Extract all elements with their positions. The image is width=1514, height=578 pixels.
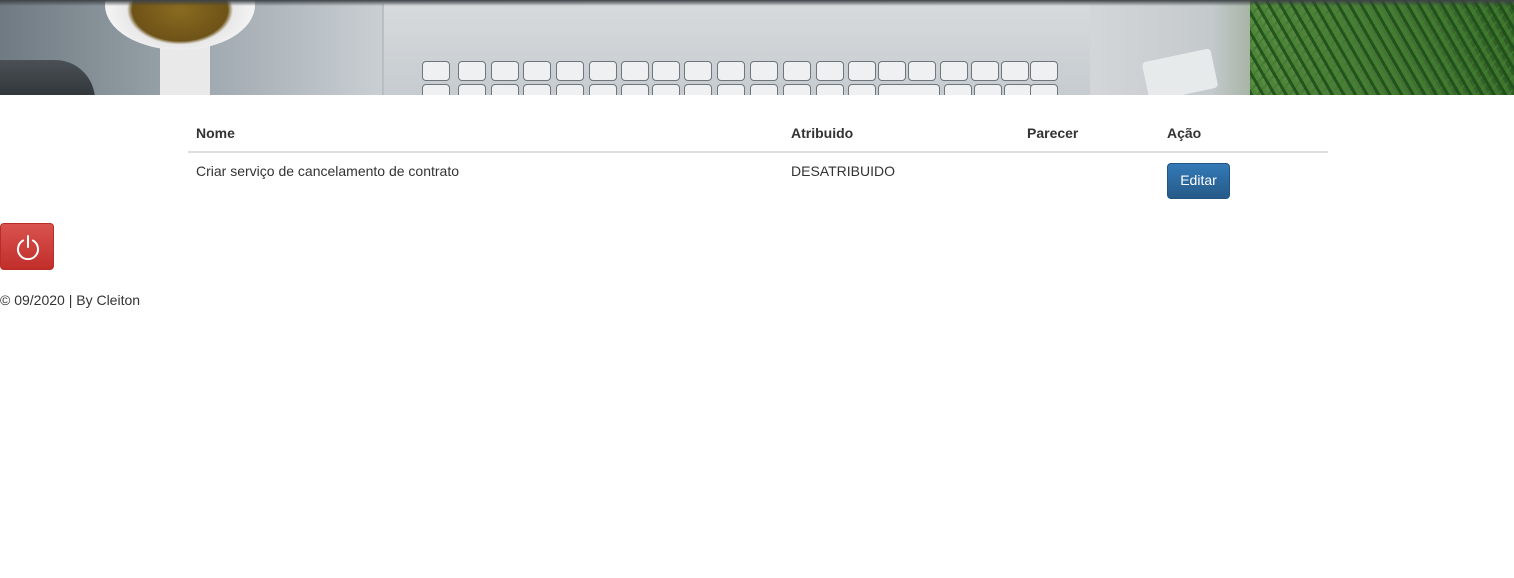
banner-phone-shape [1141, 48, 1219, 95]
banner-shade [0, 0, 1514, 6]
tasks-table-container: Nome Atribuido Parecer Ação Criar serviç… [188, 115, 1328, 207]
task-assignee-cell: DESATRIBUIDO [791, 163, 895, 179]
task-name-cell: Criar serviço de cancelamento de contrat… [196, 163, 460, 179]
task-action-cell: Editar [1159, 152, 1328, 207]
edit-button[interactable]: Editar [1167, 163, 1230, 199]
logout-button[interactable] [0, 223, 54, 270]
banner-headphones-shape [0, 60, 95, 95]
tasks-table: Nome Atribuido Parecer Ação Criar serviç… [188, 115, 1328, 207]
banner-laptop-keyboard [382, 4, 1090, 95]
column-header-acao: Ação [1159, 115, 1328, 153]
table-header-row: Nome Atribuido Parecer Ação [188, 115, 1328, 153]
column-header-atribuido: Atribuido [783, 115, 1019, 153]
column-header-parecer: Parecer [1019, 115, 1159, 153]
table-row: Criar serviço de cancelamento de contrat… [188, 152, 1328, 207]
footer-copyright: © 09/2020 | By Cleiton [0, 292, 141, 308]
banner-coffee-mug [105, 0, 255, 50]
power-icon [17, 235, 39, 261]
column-header-nome: Nome [188, 115, 783, 153]
header-banner-image [0, 0, 1514, 95]
task-opinion-cell [1019, 152, 1159, 207]
banner-plant [1250, 0, 1514, 95]
